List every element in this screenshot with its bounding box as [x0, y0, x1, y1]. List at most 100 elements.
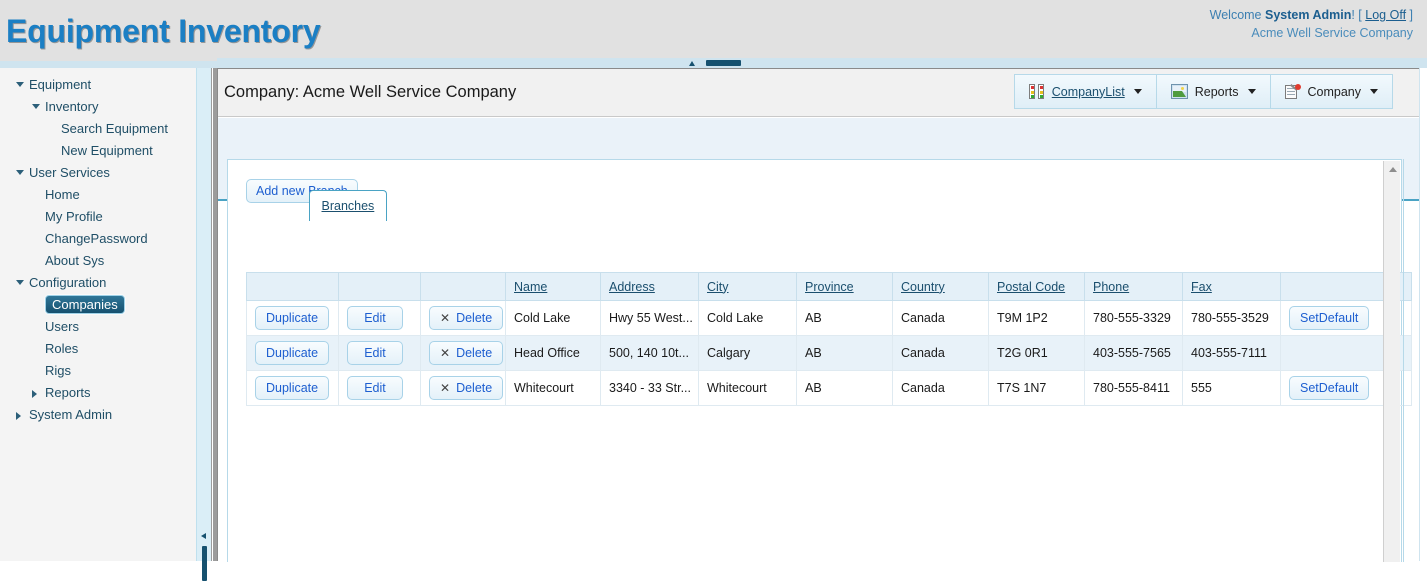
chevron-down-icon[interactable] [32, 104, 40, 109]
column-header-city[interactable]: City [698, 272, 797, 301]
edit-button[interactable]: Edit [347, 376, 403, 400]
column-header-name[interactable]: Name [505, 272, 601, 301]
duplicate-button[interactable]: Duplicate [255, 341, 330, 365]
duplicate-cell: Duplicate [246, 300, 339, 336]
set-default-button[interactable]: SetDefault [1289, 376, 1370, 400]
chevron-down-icon[interactable] [16, 82, 24, 87]
column-header-label: Name [514, 279, 548, 294]
toolbar-button-company[interactable]: Company [1269, 74, 1393, 109]
column-header-label: Country [901, 279, 945, 294]
name-cell: Head Office [505, 335, 601, 371]
scroll-up-arrow-icon[interactable] [1389, 167, 1397, 172]
sidebar-item-companies[interactable]: Companies [45, 294, 196, 316]
edit-button[interactable]: Edit [347, 341, 403, 365]
sidebar-item-roles[interactable]: Roles [45, 338, 196, 360]
duplicate-button[interactable]: Duplicate [255, 376, 330, 400]
column-header-postal-code[interactable]: Postal Code [988, 272, 1085, 301]
sidebar-item-label: About Sys [45, 253, 105, 268]
table-row[interactable]: Duplicate Edit ✕ Delete Cold Lake Hwy 55 West… [246, 300, 1412, 336]
sidebar-item-label: Search Equipment [61, 121, 168, 136]
column-header-address[interactable]: Address [600, 272, 699, 301]
chevron-down-icon[interactable] [16, 170, 24, 175]
delete-label: Delete [456, 311, 493, 325]
sidebar-item-rigs[interactable]: Rigs [45, 360, 196, 382]
phone-cell: 780-555-3329 [1084, 300, 1183, 336]
chevron-down-icon[interactable] [1247, 89, 1256, 94]
postal-code-cell: T2G 0R1 [988, 335, 1085, 371]
chevron-down-icon[interactable] [1133, 89, 1142, 94]
sidebar-item-label: ChangePassword [45, 231, 148, 246]
splitter-handle[interactable] [202, 546, 207, 581]
sidebar-item-user-services[interactable]: User Services [16, 162, 196, 184]
delete-button[interactable]: ✕ Delete [429, 341, 504, 365]
toolbar-button-companylist[interactable]: CompanyList [1013, 74, 1157, 109]
column-header-country[interactable]: Country [892, 272, 989, 301]
duplicate-label: Duplicate [266, 346, 319, 360]
column-header-fax[interactable]: Fax [1182, 272, 1281, 301]
sidebar-item-my-profile[interactable]: My Profile [45, 206, 196, 228]
branches-table: Name Address City Province Country Postal Cod… [246, 272, 1412, 406]
duplicate-button[interactable]: Duplicate [255, 306, 330, 330]
country-cell: Canada [892, 370, 989, 406]
sidebar-item-label: Configuration [29, 275, 107, 290]
country-cell: Canada [892, 300, 989, 336]
sidebar-item-reports[interactable]: Reports [32, 382, 196, 404]
delete-button[interactable]: ✕ Delete [429, 306, 504, 330]
sidebar-item-home[interactable]: Home [45, 184, 196, 206]
column-header-blank [246, 272, 339, 301]
sidebar-item-configuration[interactable]: Configuration [16, 272, 196, 294]
set-default-cell [1280, 335, 1387, 371]
page-title: Equipment Inventory [6, 13, 321, 49]
column-header-label: City [707, 279, 729, 294]
grid-icon [1028, 84, 1045, 99]
page-header: Company: Acme Well Service Company Compa… [218, 69, 1427, 117]
top-splitter-handle[interactable] [706, 60, 741, 66]
sidebar-item-search-equipment[interactable]: Search Equipment [61, 118, 196, 140]
province-cell: AB [796, 300, 893, 336]
edit-button[interactable]: Edit [347, 306, 403, 330]
country-cell: Canada [892, 335, 989, 371]
page-pin-icon [1284, 83, 1301, 100]
table-row[interactable]: Duplicate Edit ✕ Delete Whitecourt 3340 - 33 … [246, 370, 1412, 406]
edit-cell: Edit [338, 370, 421, 406]
table-row[interactable]: Duplicate Edit ✕ Delete Head Office 500, 140 … [246, 335, 1412, 371]
tab-branches[interactable]: Branches [308, 190, 388, 221]
sidebar-splitter[interactable] [196, 68, 212, 581]
delete-button[interactable]: ✕ Delete [429, 376, 504, 400]
company-name-label: Acme Well Service Company [1251, 26, 1413, 40]
column-header-label: Phone [1093, 279, 1130, 294]
top-splitter[interactable] [217, 58, 1427, 68]
sidebar-item-label: New Equipment [61, 143, 153, 158]
postal-code-cell: T9M 1P2 [988, 300, 1085, 336]
column-header-province[interactable]: Province [796, 272, 893, 301]
chevron-down-icon[interactable] [16, 280, 24, 285]
column-header-blank [338, 272, 421, 301]
sidebar-item-equipment[interactable]: Equipment [16, 74, 196, 96]
sidebar-item-about-sys[interactable]: About Sys [45, 250, 196, 272]
province-cell: AB [796, 335, 893, 371]
column-header-phone[interactable]: Phone [1084, 272, 1183, 301]
sidebar-item-users[interactable]: Users [45, 316, 196, 338]
toolbar-button-label: Reports [1194, 84, 1239, 99]
postal-code-cell: T7S 1N7 [988, 370, 1085, 406]
sidebar-item-new-equipment[interactable]: New Equipment [61, 140, 196, 162]
table-body: Duplicate Edit ✕ Delete Cold Lake Hwy 55 West… [246, 300, 1412, 406]
toolbar-button-reports[interactable]: Reports [1155, 74, 1271, 109]
set-default-button[interactable]: SetDefault [1289, 306, 1370, 330]
grid-vertical-scrollbar[interactable] [1383, 161, 1400, 562]
collapse-left-arrow-icon[interactable] [201, 533, 206, 539]
toolbar-button-label: CompanyList [1051, 84, 1125, 99]
duplicate-label: Duplicate [266, 381, 319, 395]
page-vertical-scrollbar[interactable] [1419, 68, 1427, 561]
set-default-label: SetDefault [1300, 311, 1359, 325]
sidebar-item-changepassword[interactable]: ChangePassword [45, 228, 196, 250]
sidebar-item-inventory[interactable]: Inventory [32, 96, 196, 118]
sidebar-item-system-admin[interactable]: System Admin [16, 404, 196, 426]
chevron-right-icon[interactable] [16, 412, 21, 420]
fax-cell: 555 [1182, 370, 1281, 406]
chevron-down-icon[interactable] [1370, 89, 1378, 94]
chevron-right-icon[interactable] [32, 390, 37, 398]
log-off-link[interactable]: Log Off [1365, 8, 1406, 22]
collapse-up-arrow-icon[interactable] [689, 61, 695, 66]
welcome-suffix: ! [ [1351, 8, 1366, 22]
